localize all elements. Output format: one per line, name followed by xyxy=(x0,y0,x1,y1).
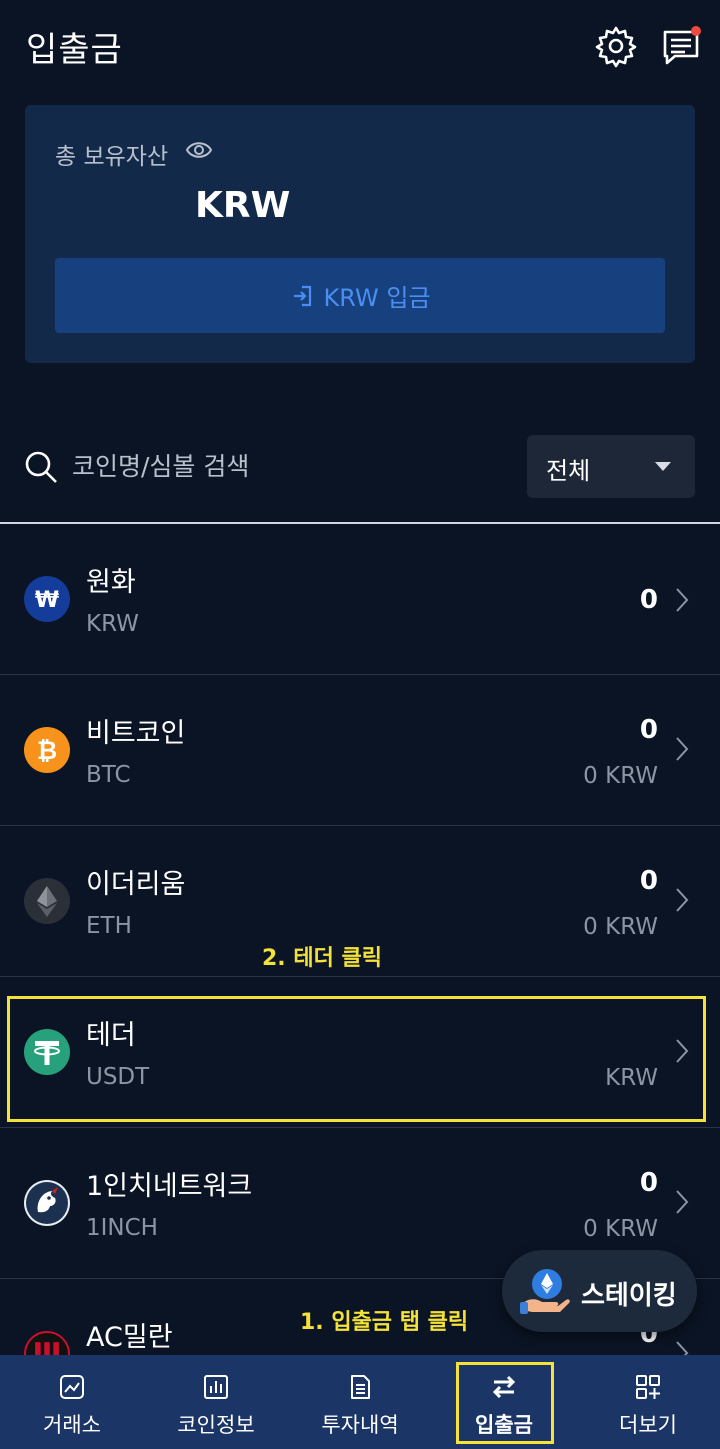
search-row: 전체 xyxy=(0,430,720,500)
nav-label: 입출금 xyxy=(475,1413,533,1437)
filter-dropdown[interactable]: 전체 xyxy=(527,435,695,498)
nav-exchange[interactable]: 거래소 xyxy=(0,1355,144,1449)
nav-coin-info[interactable]: 코인정보 xyxy=(144,1355,288,1449)
total-asset-currency: KRW xyxy=(195,185,291,226)
staking-label: 스테이킹 xyxy=(581,1281,677,1311)
coin-name: 원화 xyxy=(86,567,136,598)
1inch-icon xyxy=(24,1180,70,1226)
caret-down-icon xyxy=(655,462,671,471)
annotation-step-2: 2. 테더 클릭 xyxy=(262,946,382,971)
coin-search-input[interactable] xyxy=(72,446,492,486)
transfer-icon xyxy=(492,1375,516,1399)
coin-krw-value: 0 KRW xyxy=(583,914,658,940)
bitcoin-icon: ₿ xyxy=(24,727,70,773)
svg-text:₿: ₿ xyxy=(37,736,57,765)
chevron-right-icon xyxy=(676,1190,689,1214)
chart-icon xyxy=(60,1375,84,1399)
krw-deposit-button[interactable]: KRW 입금 xyxy=(55,258,665,333)
coin-name: AC밀란 xyxy=(86,1322,173,1353)
coin-name: 1인치네트워크 xyxy=(86,1171,253,1202)
bottom-nav: 거래소 코인정보 투자내역 입출금 더보기 xyxy=(0,1355,720,1449)
filter-value: 전체 xyxy=(546,457,591,485)
coin-row-krw[interactable]: ₩ 원화 KRW 0 xyxy=(0,524,720,675)
krw-deposit-label: KRW 입금 xyxy=(323,284,431,312)
nav-label: 코인정보 xyxy=(177,1413,255,1437)
coin-amount: 0 xyxy=(639,866,658,896)
grid-plus-icon xyxy=(636,1375,660,1399)
eye-icon[interactable] xyxy=(185,138,213,162)
chevron-right-icon xyxy=(676,588,689,612)
ethereum-icon xyxy=(24,878,70,924)
coin-symbol: BTC xyxy=(86,762,131,788)
total-asset-card: 총 보유자산 KRW KRW 입금 xyxy=(25,105,695,363)
tether-icon xyxy=(24,1029,70,1075)
coin-symbol: KRW xyxy=(86,611,139,637)
coin-symbol: 1INCH xyxy=(86,1215,158,1241)
coin-symbol: ETH xyxy=(86,913,132,939)
won-icon: ₩ xyxy=(24,576,70,622)
coin-krw-value: KRW xyxy=(605,1065,658,1091)
ethereum-hand-icon xyxy=(518,1264,572,1318)
document-icon xyxy=(351,1375,370,1399)
total-asset-label: 총 보유자산 xyxy=(55,144,169,170)
coin-row-btc[interactable]: ₿ 비트코인 BTC 0 0 KRW xyxy=(0,675,720,826)
chevron-right-icon xyxy=(676,737,689,761)
header: 입출금 xyxy=(0,0,720,95)
coin-symbol: USDT xyxy=(86,1064,150,1090)
staking-button[interactable]: 스테이킹 xyxy=(502,1250,697,1332)
search-icon xyxy=(24,450,58,484)
login-arrow-icon xyxy=(293,285,311,306)
gear-icon[interactable] xyxy=(594,24,638,68)
message-icon[interactable] xyxy=(659,24,703,68)
coin-name: 비트코인 xyxy=(86,718,186,749)
nav-label: 더보기 xyxy=(619,1413,677,1437)
coin-row-usdt[interactable]: 테더 USDT KRW xyxy=(0,977,720,1128)
chevron-right-icon xyxy=(676,1039,689,1063)
coin-amount: 0 xyxy=(639,585,658,615)
nav-investment-history[interactable]: 투자내역 xyxy=(288,1355,432,1449)
nav-deposit-withdraw[interactable]: 입출금 xyxy=(432,1355,576,1449)
page-title: 입출금 xyxy=(26,30,123,70)
notification-dot xyxy=(691,26,701,36)
coin-amount: 0 xyxy=(639,1168,658,1198)
svg-text:₩: ₩ xyxy=(35,588,59,613)
nav-label: 투자내역 xyxy=(321,1413,399,1437)
nav-label: 거래소 xyxy=(43,1413,101,1437)
bar-chart-icon xyxy=(204,1375,228,1399)
coin-name: 이더리움 xyxy=(86,869,186,900)
coin-name: 테더 xyxy=(86,1020,136,1051)
nav-more[interactable]: 더보기 xyxy=(576,1355,720,1449)
coin-amount: 0 xyxy=(639,715,658,745)
coin-krw-value: 0 KRW xyxy=(583,763,658,789)
coin-krw-value: 0 KRW xyxy=(583,1216,658,1242)
annotation-step-1: 1. 입출금 탭 클릭 xyxy=(300,1310,469,1335)
chevron-right-icon xyxy=(676,888,689,912)
